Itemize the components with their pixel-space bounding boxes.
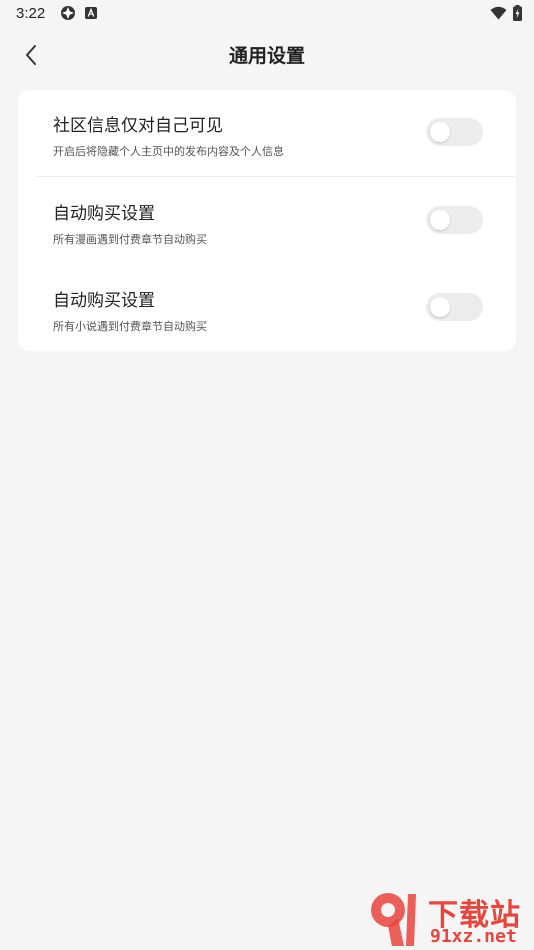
status-time: 3:22 — [16, 5, 46, 22]
sync-icon — [61, 6, 75, 20]
toggle-knob — [430, 297, 450, 317]
status-right — [490, 5, 522, 21]
toggle-knob — [430, 210, 450, 230]
status-bar: 3:22 — [0, 0, 534, 28]
comic-autobuy-toggle[interactable] — [426, 206, 483, 234]
setting-description: 所有小说遇到付费章节自动购买 — [53, 320, 207, 333]
setting-description: 开启后将隐藏个人主页中的发布内容及个人信息 — [53, 145, 284, 158]
setting-title: 社区信息仅对自己可见 — [53, 116, 223, 136]
setting-row-community-privacy: 社区信息仅对自己可见 开启后将隐藏个人主页中的发布内容及个人信息 — [18, 90, 516, 177]
setting-row-comic-autobuy: 自动购买设置 所有漫画遇到付费章节自动购买 — [18, 177, 516, 264]
novel-autobuy-toggle[interactable] — [426, 293, 483, 321]
battery-icon — [513, 5, 522, 21]
watermark-logo-icon — [371, 893, 416, 946]
community-privacy-toggle[interactable] — [426, 118, 483, 146]
setting-title: 自动购买设置 — [53, 291, 155, 311]
page-title: 通用设置 — [228, 45, 305, 67]
toggle-knob — [430, 122, 450, 142]
watermark: 下载站 91xz.net — [364, 888, 534, 950]
wifi-icon — [490, 6, 507, 20]
notification-a-icon — [85, 7, 97, 19]
setting-description: 所有漫画遇到付费章节自动购买 — [53, 233, 207, 246]
watermark-url: 91xz.net — [430, 926, 517, 947]
setting-row-novel-autobuy: 自动购买设置 所有小说遇到付费章节自动购买 — [18, 264, 516, 351]
header: 通用设置 — [0, 28, 534, 80]
setting-title: 自动购买设置 — [53, 204, 155, 224]
settings-card: 社区信息仅对自己可见 开启后将隐藏个人主页中的发布内容及个人信息 自动购买设置 … — [18, 90, 516, 351]
